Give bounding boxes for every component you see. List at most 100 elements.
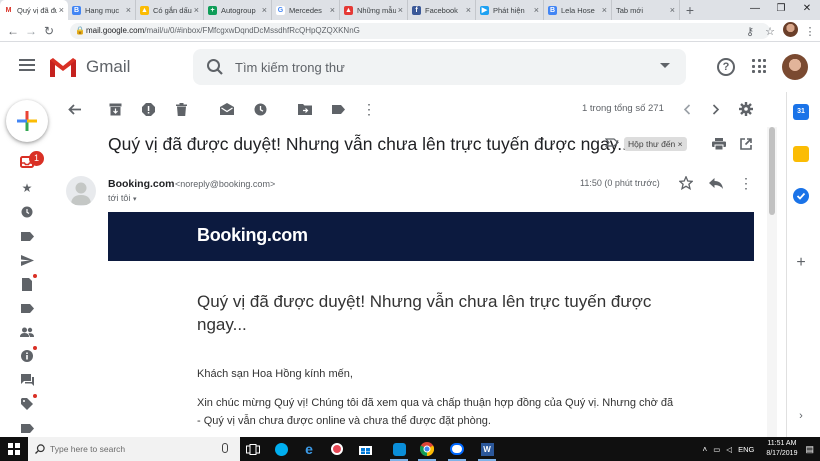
- open-new-window-icon[interactable]: [738, 136, 754, 152]
- keep-bulb-icon[interactable]: [793, 146, 809, 162]
- tab-title: Có gắn dấu sao: [153, 5, 192, 15]
- app-edge-icon[interactable]: e: [298, 440, 320, 458]
- microphone-icon[interactable]: [222, 443, 228, 453]
- social-people-icon[interactable]: [20, 325, 34, 339]
- browser-tab[interactable]: ▲ Có gắn dấu sao×: [136, 0, 204, 20]
- tray-expand-caret-icon[interactable]: ˄: [703, 445, 708, 454]
- older-message-chevron-icon[interactable]: [708, 101, 724, 117]
- sender-avatar[interactable]: [66, 176, 96, 206]
- new-tab-button[interactable]: +: [680, 0, 700, 20]
- account-avatar[interactable]: [782, 54, 808, 80]
- tab-close-icon[interactable]: ×: [262, 5, 267, 15]
- expand-panel-chevron-icon[interactable]: ›: [793, 408, 809, 424]
- tab-close-icon[interactable]: ×: [670, 5, 675, 15]
- newer-message-chevron-icon[interactable]: [679, 101, 695, 117]
- add-addon-plus-icon[interactable]: +: [793, 255, 809, 271]
- key-icon[interactable]: ⚷: [740, 25, 760, 38]
- browser-tab[interactable]: B Hang mục ×: [68, 0, 136, 20]
- snooze-clock-icon[interactable]: [252, 101, 268, 117]
- calendar-icon[interactable]: 31: [793, 104, 809, 120]
- back-to-inbox-icon[interactable]: [66, 101, 82, 117]
- browser-tab[interactable]: Tab mới ×: [612, 0, 680, 20]
- booking-logo[interactable]: Booking.com: [197, 225, 308, 246]
- reload-icon[interactable]: ↻: [40, 24, 58, 38]
- label-icon[interactable]: [20, 301, 34, 315]
- more-actions-icon[interactable]: ⋮: [361, 101, 377, 117]
- browser-tab[interactable]: B Lela Hose ×: [544, 0, 612, 20]
- network-icon[interactable]: ▭: [713, 445, 720, 454]
- settings-gear-icon[interactable]: [738, 101, 754, 117]
- search-icon[interactable]: [206, 58, 224, 76]
- starred-icon[interactable]: ★: [20, 181, 34, 195]
- app-zalo-icon[interactable]: [446, 440, 468, 461]
- taskbar-search-box[interactable]: Type here to search: [28, 437, 240, 461]
- recipient-details-toggle[interactable]: tới tôi ▾: [108, 193, 136, 203]
- gmail-logo-icon[interactable]: [49, 56, 77, 77]
- tab-close-icon[interactable]: ×: [194, 5, 199, 15]
- browser-tab[interactable]: M Quý vị đã được duyệt!×: [0, 0, 68, 20]
- browser-tab[interactable]: ▶ Phát hiện ×: [476, 0, 544, 20]
- report-spam-icon[interactable]: [140, 101, 156, 117]
- scrollbar-thumb[interactable]: [769, 127, 775, 215]
- browser-tab[interactable]: + Autogroup ×: [204, 0, 272, 20]
- browser-tab[interactable]: G Mercedes ×: [272, 0, 340, 20]
- app-store-icon[interactable]: [354, 440, 376, 458]
- drafts-icon[interactable]: [20, 277, 34, 291]
- maximize-icon[interactable]: ❐: [768, 0, 794, 20]
- compose-button[interactable]: [6, 100, 48, 142]
- move-to-icon[interactable]: [297, 101, 313, 117]
- tasks-check-icon[interactable]: [793, 188, 809, 204]
- more-label-icon[interactable]: [20, 421, 34, 435]
- sender-name[interactable]: Booking.com: [108, 178, 175, 190]
- tab-close-icon[interactable]: ×: [126, 5, 131, 15]
- reply-arrow-icon[interactable]: [708, 175, 724, 191]
- sent-icon[interactable]: [20, 253, 34, 267]
- snoozed-clock-icon[interactable]: [20, 205, 34, 219]
- task-view-icon[interactable]: [242, 440, 264, 458]
- close-window-icon[interactable]: ✕: [794, 0, 820, 20]
- app-skype-icon[interactable]: [270, 440, 292, 458]
- star-message-icon[interactable]: [678, 175, 694, 191]
- windows-start-icon[interactable]: [8, 443, 20, 455]
- tab-close-icon[interactable]: ×: [466, 5, 471, 15]
- volume-icon[interactable]: ◁: [726, 445, 732, 454]
- tab-close-icon[interactable]: ×: [398, 5, 403, 15]
- promotions-tag-icon[interactable]: [20, 397, 34, 411]
- google-apps-icon[interactable]: [752, 59, 766, 73]
- tab-close-icon[interactable]: ×: [330, 5, 335, 15]
- input-language[interactable]: ENG: [738, 445, 754, 454]
- taskbar-clock[interactable]: 11:51 AM 8/17/2019: [766, 439, 797, 459]
- print-icon[interactable]: [711, 136, 727, 152]
- notifications-icon[interactable]: ▤: [805, 444, 814, 455]
- browser-tab[interactable]: f Facebook ×: [408, 0, 476, 20]
- app-chrome-icon[interactable]: [416, 440, 438, 461]
- tab-close-icon[interactable]: ×: [59, 5, 64, 15]
- mark-unread-icon[interactable]: [219, 101, 235, 117]
- app-word-icon[interactable]: W: [476, 440, 498, 461]
- archive-icon[interactable]: [107, 101, 123, 117]
- app-snip-icon[interactable]: [326, 440, 348, 458]
- help-icon[interactable]: ?: [717, 58, 735, 76]
- importance-marker-icon[interactable]: [605, 138, 619, 147]
- back-arrow-icon[interactable]: ←: [4, 24, 22, 38]
- chrome-menu-icon[interactable]: ⋮: [800, 25, 820, 38]
- search-options-caret-icon[interactable]: [660, 63, 670, 68]
- mail-search-box[interactable]: Tìm kiếm trong thư: [193, 49, 686, 85]
- forums-chat-icon[interactable]: [20, 373, 34, 387]
- updates-info-icon[interactable]: [20, 349, 34, 363]
- important-label-icon[interactable]: [20, 229, 34, 243]
- message-more-icon[interactable]: ⋮: [738, 175, 754, 191]
- profile-avatar[interactable]: [780, 22, 800, 40]
- minimize-icon[interactable]: —: [742, 0, 768, 20]
- bookmark-star-icon[interactable]: ☆: [760, 25, 780, 38]
- delete-trash-icon[interactable]: [173, 101, 189, 117]
- labels-icon[interactable]: [330, 101, 346, 117]
- tab-close-icon[interactable]: ×: [602, 5, 607, 15]
- main-menu-icon[interactable]: [19, 59, 35, 71]
- url-field[interactable]: 🔒 mail.google.com/mail/u/0/#inbox/FMfcgx…: [70, 23, 770, 39]
- forward-arrow-icon[interactable]: →: [22, 24, 40, 38]
- app-skype-business-icon[interactable]: [388, 440, 410, 461]
- browser-tab[interactable]: ▲ Những mẫu ×: [340, 0, 408, 20]
- inbox-label-chip[interactable]: Hộp thư đến ×: [624, 137, 687, 151]
- tab-close-icon[interactable]: ×: [534, 5, 539, 15]
